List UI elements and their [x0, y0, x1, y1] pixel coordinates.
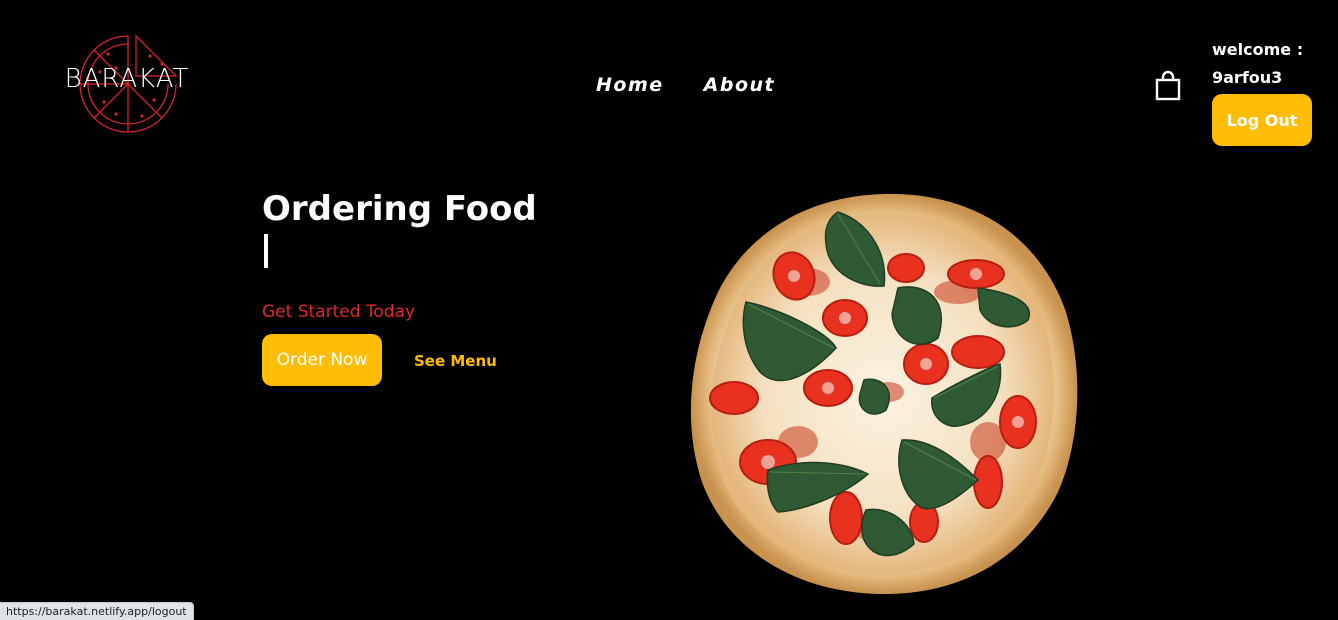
typing-caret	[264, 234, 268, 268]
username: 9arfou3	[1212, 68, 1283, 87]
welcome-label: welcome :	[1212, 40, 1304, 59]
brand-name: BARAKAT	[64, 64, 190, 94]
main-nav: Home About	[596, 74, 775, 96]
order-now-button[interactable]: Order Now	[262, 334, 382, 386]
brand-logo[interactable]: BARAKAT	[60, 34, 194, 138]
user-panel: welcome : 9arfou3 Log Out	[1212, 36, 1312, 146]
pizza-image	[688, 192, 1080, 596]
cart-button[interactable]	[1154, 70, 1182, 102]
nav-home-link[interactable]: Home	[596, 74, 664, 96]
hero-title: Ordering Food	[262, 189, 537, 229]
hero-subtitle: Get Started Today	[262, 302, 416, 322]
logout-button[interactable]: Log Out	[1212, 94, 1312, 146]
nav-about-link[interactable]: About	[704, 74, 775, 96]
shopping-bag-icon	[1155, 70, 1181, 101]
see-menu-link[interactable]: See Menu	[414, 352, 497, 370]
page: BARAKAT Home About welcome : 9arfou3 Log…	[0, 0, 1338, 620]
browser-status-url: https://barakat.netlify.app/logout	[0, 602, 194, 620]
